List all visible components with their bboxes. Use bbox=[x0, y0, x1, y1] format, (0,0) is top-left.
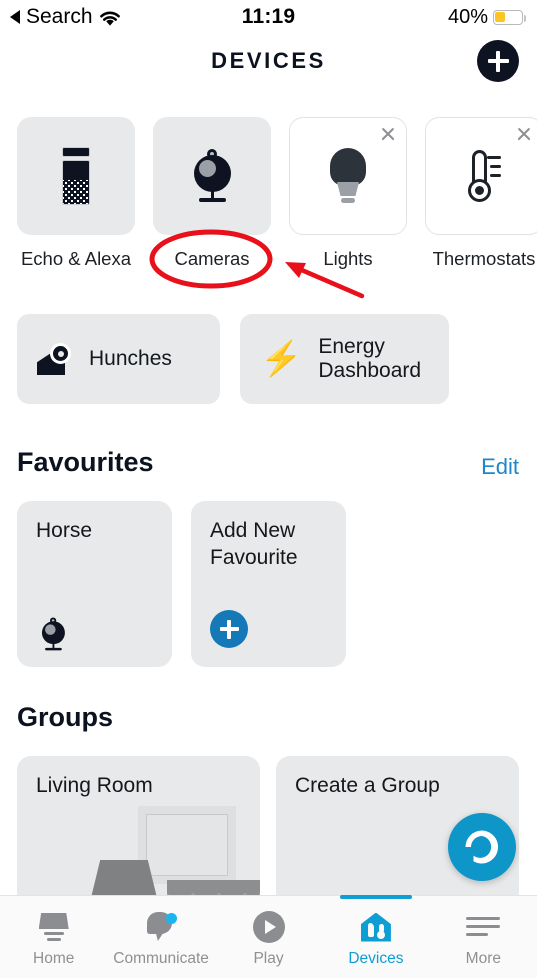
home-icon bbox=[37, 910, 71, 944]
alexa-logo-icon bbox=[465, 830, 499, 864]
living-room-illustration bbox=[17, 806, 260, 906]
favourite-card-title: Horse bbox=[36, 519, 93, 542]
app-header: DEVICES bbox=[0, 40, 537, 90]
hunches-button[interactable]: Hunches bbox=[17, 314, 220, 404]
favourite-card-add-new[interactable]: Add New Favourite bbox=[191, 501, 346, 667]
group-card-title: Living Room bbox=[36, 774, 153, 797]
category-lights[interactable]: Lights bbox=[289, 117, 407, 292]
alexa-voice-button[interactable] bbox=[448, 813, 516, 881]
category-label: Echo & Alexa bbox=[20, 248, 132, 269]
category-thermostats[interactable]: Thermostats bbox=[425, 117, 537, 292]
tab-label: Home bbox=[33, 950, 75, 967]
energy-dashboard-label: Energy Dashboard bbox=[318, 334, 422, 382]
tab-label: Communicate bbox=[113, 950, 209, 967]
category-tile[interactable] bbox=[17, 117, 135, 235]
home-gear-icon bbox=[37, 343, 73, 375]
energy-dashboard-button[interactable]: ⚡ Energy Dashboard bbox=[240, 314, 449, 404]
group-card-title: Create a Group bbox=[295, 774, 440, 797]
devices-house-icon bbox=[360, 910, 392, 944]
category-cameras[interactable]: Cameras bbox=[153, 117, 271, 292]
lightning-bolt-icon: ⚡ bbox=[260, 340, 303, 378]
groups-heading: Groups bbox=[17, 702, 114, 732]
notification-badge-dot bbox=[166, 913, 178, 924]
tab-communicate[interactable]: Communicate bbox=[107, 896, 214, 978]
category-label: Lights bbox=[323, 248, 373, 269]
category-tile[interactable] bbox=[425, 117, 537, 235]
page-title: DEVICES bbox=[211, 48, 326, 73]
tab-label: More bbox=[465, 950, 501, 967]
status-bar: Search 11:19 40% bbox=[0, 0, 537, 34]
tab-label: Play bbox=[253, 950, 284, 967]
status-battery-group: 40% bbox=[447, 5, 526, 29]
lightbulb-icon bbox=[326, 148, 370, 204]
category-tile[interactable] bbox=[153, 117, 271, 235]
close-icon[interactable] bbox=[378, 124, 398, 144]
favourites-edit-link[interactable]: Edit bbox=[481, 454, 519, 480]
tab-label: Devices bbox=[348, 950, 404, 967]
battery-percent-label: 40% bbox=[447, 5, 488, 28]
echo-speaker-icon bbox=[61, 147, 91, 205]
camera-icon bbox=[186, 149, 238, 203]
device-category-row[interactable]: Echo & Alexa Cameras Lights Thermostats bbox=[0, 117, 537, 292]
favourite-card-title: Add New Favourite bbox=[210, 519, 298, 569]
plus-circle-icon[interactable] bbox=[210, 610, 248, 648]
category-tile[interactable] bbox=[289, 117, 407, 235]
play-icon bbox=[252, 910, 285, 944]
tab-play[interactable]: Play bbox=[215, 896, 322, 978]
group-card-living-room[interactable]: Living Room bbox=[17, 756, 260, 906]
tab-devices[interactable]: Devices bbox=[322, 895, 429, 978]
add-device-button[interactable] bbox=[477, 40, 519, 82]
category-label: Cameras bbox=[174, 248, 250, 269]
favourite-card-horse[interactable]: Horse bbox=[17, 501, 172, 667]
chat-bubble-icon bbox=[144, 910, 178, 944]
favourites-heading: Favourites bbox=[17, 447, 154, 477]
tab-home[interactable]: Home bbox=[0, 896, 107, 978]
bottom-tab-bar: Home Communicate Play Devices More bbox=[0, 895, 537, 978]
camera-icon bbox=[37, 597, 89, 651]
close-icon[interactable] bbox=[514, 124, 534, 144]
hamburger-icon bbox=[466, 910, 501, 944]
battery-icon bbox=[493, 9, 526, 25]
active-tab-indicator bbox=[339, 895, 412, 899]
thermometer-icon bbox=[462, 148, 506, 204]
hunches-label: Hunches bbox=[89, 346, 172, 370]
category-label: Thermostats bbox=[432, 248, 536, 269]
category-echo-alexa[interactable]: Echo & Alexa bbox=[17, 117, 135, 292]
shortcut-row: Hunches ⚡ Energy Dashboard bbox=[17, 314, 449, 404]
tab-more[interactable]: More bbox=[430, 896, 537, 978]
